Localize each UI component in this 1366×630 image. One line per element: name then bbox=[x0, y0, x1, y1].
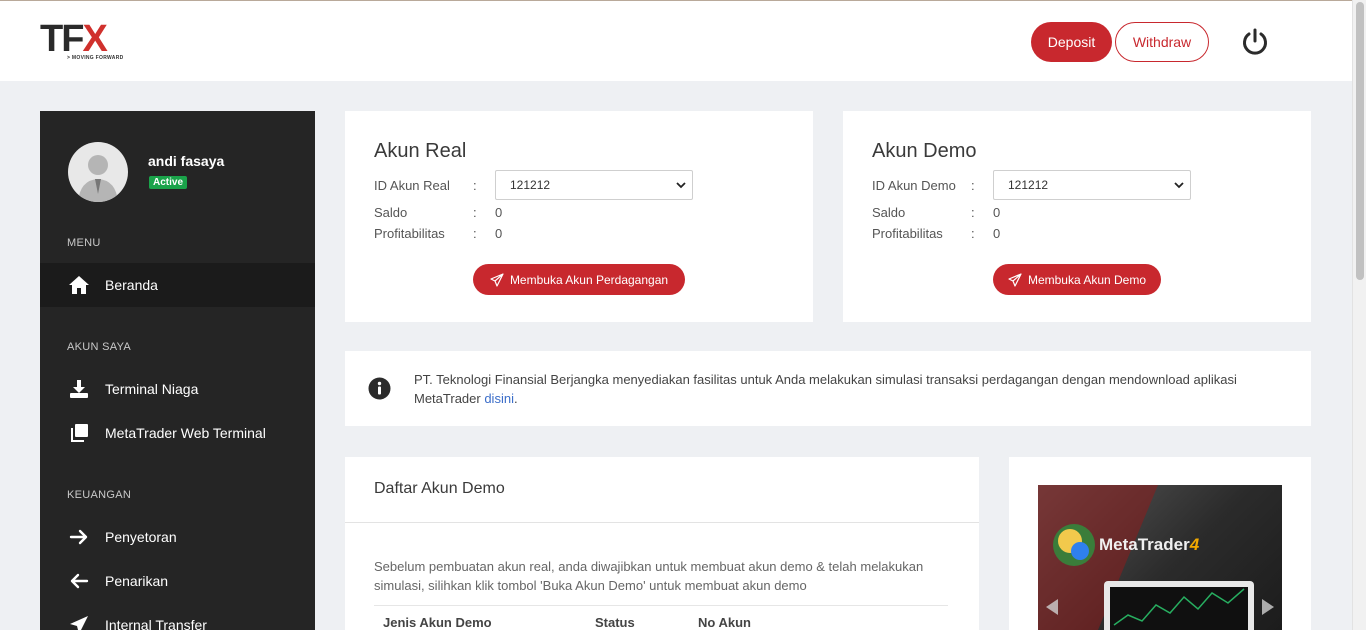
real-id-label: ID Akun Real bbox=[374, 178, 450, 193]
demo-saldo-value: 0 bbox=[993, 205, 1001, 220]
info-icon bbox=[368, 377, 391, 404]
home-icon bbox=[68, 274, 90, 296]
real-saldo-value: 0 bbox=[495, 205, 503, 220]
demo-saldo-label: Saldo bbox=[872, 205, 906, 220]
copy-icon bbox=[68, 422, 90, 444]
sidebar: andi fasaya Active MENU Beranda AKUN SAY… bbox=[40, 111, 315, 630]
real-saldo-label: Saldo bbox=[374, 205, 408, 220]
sidebar-item-beranda[interactable]: Beranda bbox=[40, 263, 315, 307]
demo-profit-value: 0 bbox=[993, 226, 1001, 241]
divider bbox=[345, 522, 979, 523]
real-profit-value: 0 bbox=[495, 226, 503, 241]
demo-id-label: ID Akun Demo bbox=[872, 178, 956, 193]
open-trading-account-button[interactable]: Membuka Akun Perdagangan bbox=[473, 264, 685, 295]
send-icon bbox=[1008, 272, 1022, 287]
separator: : bbox=[971, 205, 975, 220]
section-label-keuangan: KEUANGAN bbox=[67, 489, 132, 501]
demo-account-title: Akun Demo bbox=[872, 140, 977, 162]
sidebar-item-penyetoran[interactable]: Penyetoran bbox=[40, 515, 315, 559]
section-label-menu: MENU bbox=[67, 237, 101, 249]
demo-account-id-select[interactable]: 121212 bbox=[993, 170, 1191, 200]
banner-brand: MetaTrader4 bbox=[1099, 535, 1200, 554]
avatar bbox=[68, 142, 128, 202]
demo-profit-label: Profitabilitas bbox=[872, 226, 943, 241]
chevron-down-icon bbox=[676, 182, 686, 189]
status-badge: Active bbox=[149, 176, 188, 189]
sidebar-item-terminal-niaga[interactable]: Terminal Niaga bbox=[40, 367, 315, 411]
separator: : bbox=[971, 178, 975, 193]
real-account-title: Akun Real bbox=[374, 140, 467, 162]
separator: : bbox=[473, 226, 477, 241]
download-link[interactable]: disini bbox=[484, 391, 514, 406]
chevron-down-icon bbox=[1174, 182, 1184, 189]
user-name: andi fasaya bbox=[148, 153, 225, 169]
send-icon bbox=[68, 614, 90, 630]
separator: : bbox=[473, 178, 477, 193]
sidebar-item-metatrader-web[interactable]: MetaTrader Web Terminal bbox=[40, 411, 315, 455]
send-icon bbox=[490, 272, 504, 287]
column-header-no-akun: No Akun bbox=[698, 615, 751, 630]
tfx-logo[interactable]: TFX > MOVING FORWARD bbox=[40, 20, 140, 65]
arrow-right-icon bbox=[68, 526, 90, 548]
column-header-status: Status bbox=[595, 615, 635, 630]
column-header-jenis: Jenis Akun Demo bbox=[383, 615, 492, 630]
real-profit-label: Profitabilitas bbox=[374, 226, 445, 241]
page-scrollbar[interactable] bbox=[1352, 0, 1366, 630]
power-icon[interactable] bbox=[1240, 27, 1270, 57]
separator: : bbox=[473, 205, 477, 220]
arrow-left-icon bbox=[68, 570, 90, 592]
withdraw-button[interactable]: Withdraw bbox=[1115, 22, 1209, 62]
table-header-border bbox=[374, 605, 948, 606]
sidebar-item-penarikan[interactable]: Penarikan bbox=[40, 559, 315, 603]
demo-list-title: Daftar Akun Demo bbox=[374, 480, 505, 497]
separator: : bbox=[971, 226, 975, 241]
download-icon bbox=[68, 378, 90, 400]
info-text: PT. Teknologi Finansial Berjangka menyed… bbox=[414, 372, 1237, 406]
real-account-id-select[interactable]: 121212 bbox=[495, 170, 693, 200]
sidebar-item-internal-transfer[interactable]: Internal Transfer bbox=[40, 603, 315, 630]
metatrader-banner[interactable]: MetaTrader4 bbox=[1038, 485, 1282, 630]
chevron-right-icon bbox=[1262, 599, 1274, 615]
scrollbar-thumb[interactable] bbox=[1356, 2, 1364, 280]
open-demo-account-button[interactable]: Membuka Akun Demo bbox=[993, 264, 1161, 295]
section-label-akun-saya: AKUN SAYA bbox=[67, 341, 132, 353]
deposit-button[interactable]: Deposit bbox=[1031, 22, 1112, 62]
top-bar: TFX > MOVING FORWARD Deposit Withdraw bbox=[0, 0, 1352, 81]
banner-artwork bbox=[1038, 485, 1274, 630]
demo-list-description: Sebelum pembuatan akun real, anda diwaji… bbox=[374, 559, 924, 593]
